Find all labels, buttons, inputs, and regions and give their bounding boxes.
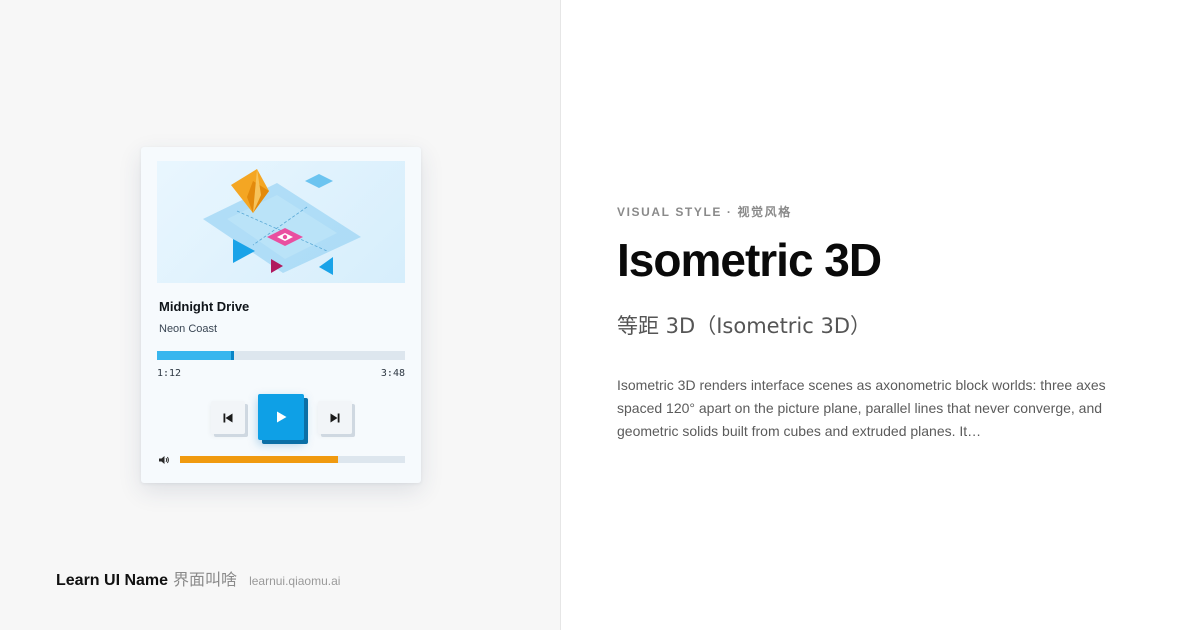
play-button[interactable]	[258, 394, 304, 440]
info-panel: VISUAL STYLE · 视觉风格 Isometric 3D 等距 3D（I…	[561, 0, 1200, 630]
category-label: VISUAL STYLE · 视觉风格	[617, 205, 792, 219]
volume-slider[interactable]	[180, 456, 405, 463]
play-icon	[277, 411, 287, 423]
time-total: 3:48	[380, 368, 405, 379]
track-artist: Neon Coast	[159, 323, 218, 335]
footer-brand: Learn UI Name 界面叫啥 learnui.qiaomu.ai	[56, 566, 340, 590]
previous-button[interactable]	[211, 401, 245, 434]
style-description: Isometric 3D renders interface scenes as…	[617, 377, 1106, 439]
page-subtitle: 等距 3D（Isometric 3D）	[617, 314, 872, 338]
preview-panel: Midnight Drive Neon Coast 1:12 3:48 Lear…	[0, 0, 561, 630]
volume-icon[interactable]	[158, 454, 170, 466]
brand-name: Learn UI Name	[56, 572, 169, 589]
track-title: Midnight Drive	[159, 299, 250, 314]
progress-fill	[157, 351, 234, 360]
time-current: 1:12	[157, 368, 182, 379]
brand-name-cn: 界面叫啥	[173, 570, 238, 589]
next-button[interactable]	[318, 401, 352, 434]
volume-fill	[180, 456, 338, 463]
music-player-card: Midnight Drive Neon Coast 1:12 3:48	[141, 147, 421, 483]
progress-thumb[interactable]	[230, 351, 234, 360]
brand-url[interactable]: learnui.qiaomu.ai	[249, 574, 340, 588]
page-title: Isometric 3D	[617, 234, 882, 286]
skip-next-icon	[330, 413, 340, 422]
progress-bar[interactable]	[157, 351, 405, 360]
album-artwork	[157, 161, 405, 283]
skip-previous-icon	[223, 413, 233, 422]
